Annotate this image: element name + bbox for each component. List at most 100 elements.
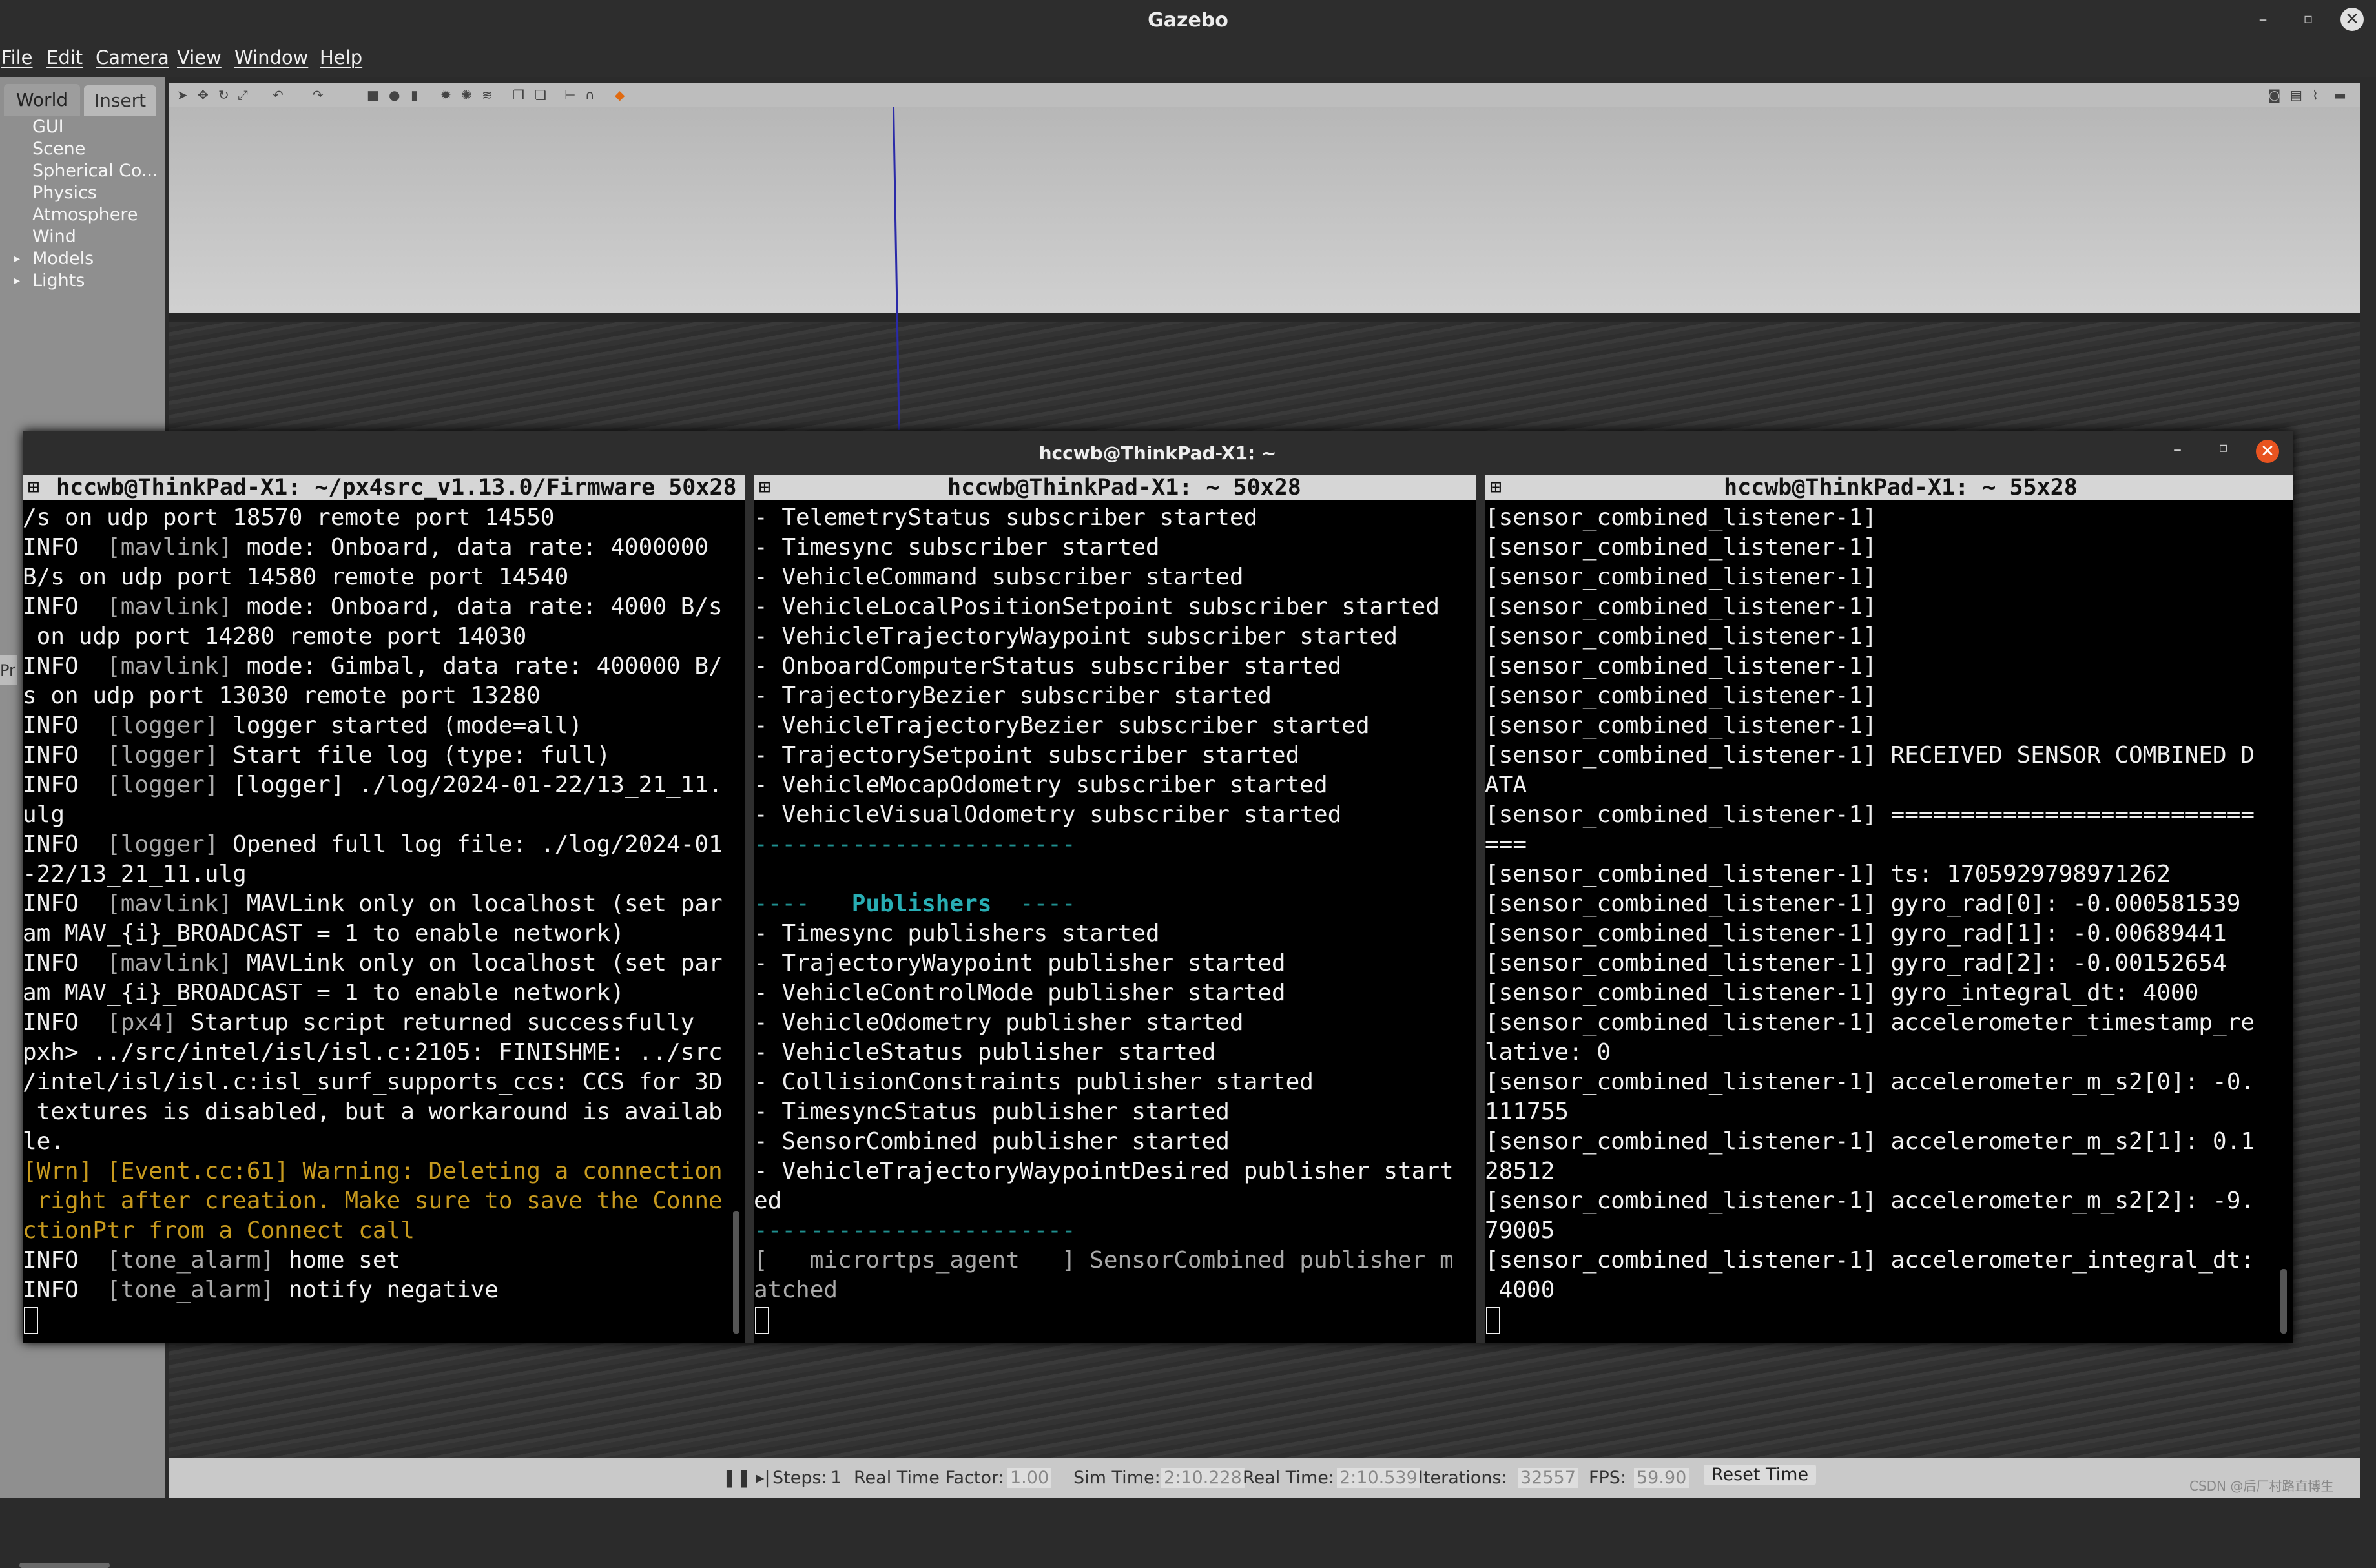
log-level: INFO <box>23 1247 107 1274</box>
expand-arrow-icon[interactable]: ▸ <box>14 270 20 292</box>
tree-item-models[interactable]: ▸ Models <box>0 248 165 270</box>
menu-help[interactable]: Help <box>320 46 362 68</box>
menu-file[interactable]: File <box>1 46 33 68</box>
pane-output: - TelemetryStatus subscriber started - Ti… <box>754 503 1476 1343</box>
line-text: 111755 <box>1485 1099 1569 1125</box>
line-text: /s on udp port 18570 remote port 14550 <box>23 504 555 531</box>
minimize-icon[interactable]: – <box>2251 8 2275 31</box>
log-icon[interactable]: ▤ <box>2290 88 2302 101</box>
video-record-icon[interactable]: ▬ <box>2334 88 2346 101</box>
menu-window[interactable]: Window <box>234 46 308 68</box>
tree-item-gui[interactable]: GUI <box>0 116 165 138</box>
tree-item-atmosphere[interactable]: Atmosphere <box>0 204 165 226</box>
pane-split-icon[interactable]: ⊞ <box>759 475 770 500</box>
log-level: INFO <box>23 772 107 798</box>
directional-light-icon[interactable]: ≋ <box>482 88 493 101</box>
terminal-line: -22/13_21_11.ulg <box>23 860 745 889</box>
line-text: - Timesync subscriber started <box>754 534 1160 561</box>
terminal-pane-2[interactable]: ⊞ hccwb@ThinkPad-X1: ~ 50x28 - Telemetry… <box>754 475 1476 1343</box>
line-text: [sensor_combined_listener-1] RECEIVED SE… <box>1485 742 2255 769</box>
collapsed-tab[interactable]: Pr <box>0 655 17 685</box>
translate-mode-icon[interactable]: ✥ <box>198 88 209 101</box>
tree-item-wind[interactable]: Wind <box>0 226 165 248</box>
pane-divider[interactable] <box>745 475 754 1343</box>
minimize-icon[interactable]: – <box>2173 440 2182 459</box>
horizontal-scrollbar[interactable] <box>19 1563 110 1568</box>
step-icon[interactable]: ▸| <box>756 1468 770 1488</box>
sphere-shape-icon[interactable]: ● <box>389 88 400 101</box>
pause-icon[interactable]: ❚❚ <box>722 1468 751 1488</box>
terminal-line: - VehicleTrajectoryBezier subscriber sta… <box>754 711 1476 741</box>
line-text: ----------------------- <box>754 1217 1076 1244</box>
scale-mode-icon[interactable]: ⤢ <box>238 88 248 101</box>
module-tag: [mavlink] <box>107 534 233 561</box>
spot-light-icon[interactable]: ✺ <box>461 88 472 101</box>
line-text: home set <box>274 1247 401 1274</box>
terminal-line: [Wrn] [Event.cc:61] Warning: Deleting a … <box>23 1157 745 1186</box>
reset-time-button[interactable]: Reset Time <box>1704 1465 1817 1485</box>
plot-icon[interactable]: ⌇ <box>2312 88 2319 101</box>
line-text: ed <box>754 1188 782 1214</box>
line-text: notify negative <box>274 1277 499 1303</box>
copy-icon[interactable]: ❐ <box>513 88 524 101</box>
terminal-line: pxh> ../src/intel/isl/isl.c:2105: FINISH… <box>23 1038 745 1068</box>
module-tag: [logger] <box>107 742 219 769</box>
terminal-pane-1[interactable]: ⊞ hccwb@ThinkPad-X1: ~/px4src_v1.13.0/Fi… <box>23 475 745 1343</box>
select-mode-icon[interactable]: ➤ <box>177 88 188 101</box>
terminal-line: - VehicleOdometry publisher started <box>754 1008 1476 1038</box>
line-text: 4000 <box>1485 1277 1555 1303</box>
pane-header: ⊞ hccwb@ThinkPad-X1: ~/px4src_v1.13.0/Fi… <box>23 475 745 500</box>
pane-divider[interactable] <box>1476 475 1485 1343</box>
line-text: [sensor_combined_listener-1] gyro_rad[1]… <box>1485 920 2227 947</box>
pane-split-icon[interactable]: ⊞ <box>1490 475 1502 500</box>
vertical-scrollbar[interactable] <box>733 1211 739 1334</box>
terminal-line: [sensor_combined_listener-1] <box>1485 533 2293 562</box>
undo-icon[interactable]: ↶ <box>273 88 284 101</box>
sim-time-value: 2:10.228 <box>1161 1468 1245 1488</box>
terminal-line: [ micrortps_agent ] SensorCombined publi… <box>754 1246 1476 1275</box>
tree-item-lights[interactable]: ▸ Lights <box>0 270 165 292</box>
terminal-line <box>754 1305 1476 1335</box>
vertical-scrollbar[interactable] <box>2280 1269 2287 1334</box>
terminal-line: INFO [mavlink] MAVLink only on localhost… <box>23 949 745 978</box>
point-light-icon[interactable]: ✹ <box>440 88 451 101</box>
line-text: - VehicleControlMode publisher started <box>754 980 1286 1006</box>
steps-value[interactable]: 1 <box>831 1468 842 1488</box>
pane-title: hccwb@ThinkPad-X1: ~ 55x28 <box>1724 475 2078 500</box>
close-icon[interactable]: ✕ <box>2340 8 2364 31</box>
pane-split-icon[interactable]: ⊞ <box>28 475 39 500</box>
terminal-pane-3[interactable]: ⊞ hccwb@ThinkPad-X1: ~ 55x28 [sensor_com… <box>1485 475 2293 1343</box>
tab-world[interactable]: World <box>4 84 80 116</box>
line-text: atched <box>754 1277 838 1303</box>
line-text: === <box>1485 831 1527 858</box>
screenshot-icon[interactable]: ◙ <box>2268 88 2280 101</box>
line-text: ulg <box>23 801 65 828</box>
log-level: INFO <box>23 534 107 561</box>
align-icon[interactable]: ⊢ <box>564 88 575 101</box>
line-text: [sensor_combined_listener-1] acceleromet… <box>1485 1247 2255 1274</box>
line-text: ---- <box>754 891 852 917</box>
cylinder-shape-icon[interactable]: ▮ <box>411 88 418 101</box>
menu-edit[interactable]: Edit <box>46 46 83 68</box>
box-shape-icon[interactable]: ■ <box>367 88 379 101</box>
log-level: INFO <box>23 891 107 917</box>
terminal-line: - TelemetryStatus subscriber started <box>754 503 1476 533</box>
menu-view[interactable]: View <box>177 46 222 68</box>
snap-icon[interactable]: ∩ <box>585 88 595 101</box>
line-text: - TrajectoryBezier subscriber started <box>754 683 1272 709</box>
expand-arrow-icon[interactable]: ▸ <box>14 248 20 270</box>
paste-icon[interactable]: ❏ <box>535 88 546 101</box>
maximize-icon[interactable]: ▫ <box>2218 440 2228 456</box>
rotate-mode-icon[interactable]: ↻ <box>218 88 229 101</box>
tree-item-spherical-coordinates[interactable]: Spherical Co... <box>0 160 165 182</box>
tree-item-physics[interactable]: Physics <box>0 182 165 204</box>
cursor <box>24 1307 38 1334</box>
change-view-icon[interactable]: ◆ <box>615 88 625 101</box>
maximize-icon[interactable]: ▫ <box>2297 8 2320 31</box>
tab-insert[interactable]: Insert <box>84 85 156 116</box>
tree-item-scene[interactable]: Scene <box>0 138 165 160</box>
menu-camera[interactable]: Camera <box>96 46 169 68</box>
close-icon[interactable]: ✕ <box>2256 440 2279 463</box>
terminal-line: - VehicleCommand subscriber started <box>754 562 1476 592</box>
redo-icon[interactable]: ↷ <box>313 88 324 101</box>
